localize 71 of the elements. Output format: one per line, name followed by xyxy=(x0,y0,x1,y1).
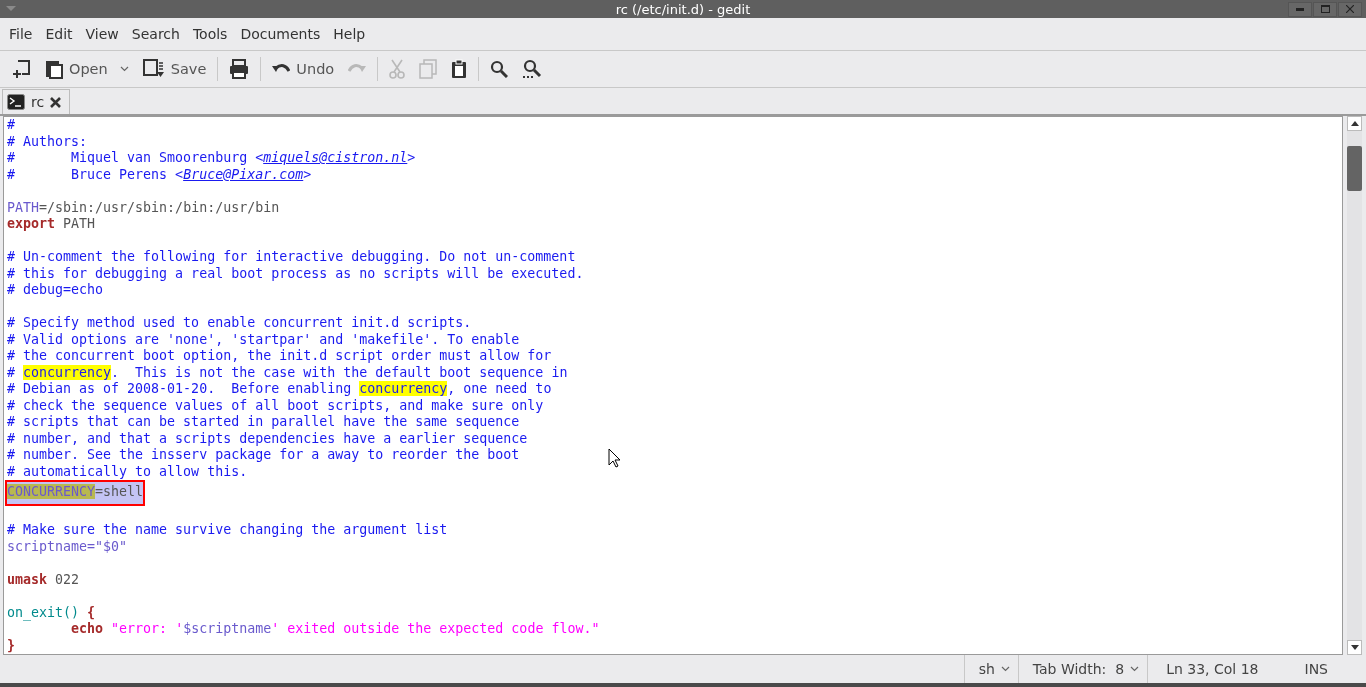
code-line: # scripts that can be started in parallel have the same sequence xyxy=(7,414,520,431)
document-tab[interactable]: rc xyxy=(2,89,71,114)
email-link[interactable]: miquels@cistron.nl xyxy=(263,150,408,165)
copy-icon xyxy=(419,59,438,79)
caret-icon xyxy=(1000,666,1010,672)
new-document-icon xyxy=(13,59,31,79)
code-line: # Make sure the name survive changing the argument list xyxy=(7,522,448,539)
documents-icon xyxy=(45,59,63,79)
search-icon xyxy=(490,60,509,78)
code-line: # Authors: xyxy=(7,133,88,150)
close-button[interactable] xyxy=(1338,1,1362,17)
menu-item[interactable]: Help xyxy=(326,26,372,42)
email-link[interactable]: Bruce@Pixar.com xyxy=(183,166,304,182)
caret-icon xyxy=(1130,666,1140,672)
code-line: scriptname="$0" xyxy=(7,538,128,555)
code-line: # check the sequence values of all boot scripts, and make sure only xyxy=(7,397,544,414)
code-line: # number. See the insserv package for a away to reorder the boot xyxy=(7,447,520,464)
code-line: echo "error: '$scriptname' exited outside the expected code flow." xyxy=(70,621,600,638)
code-line: # Bruce Perens <Bruce@Pixar.com> xyxy=(7,166,312,183)
code-line: # the concurrent boot option, the init.d script order must allow for xyxy=(7,348,552,365)
save-button[interactable]: Save xyxy=(135,54,214,84)
window-title: rc (/etc/init.d) - gedit xyxy=(615,1,751,17)
close-icon[interactable] xyxy=(50,96,62,108)
search-match: concurrency xyxy=(23,364,112,380)
code-line: export PATH xyxy=(7,216,96,233)
menu-item[interactable]: Search xyxy=(124,26,186,42)
save-document-icon xyxy=(142,59,165,79)
caret-icon xyxy=(119,66,129,72)
code-line: # Specify method used to enable concurrent init.d scripts. xyxy=(7,315,472,332)
code-line: umask 022 xyxy=(7,571,80,588)
code-line: # automatically to allow this. xyxy=(7,463,248,480)
minimize-icon xyxy=(1296,7,1304,11)
menu-item[interactable]: Documents xyxy=(233,26,327,42)
status-dropdown[interactable]: Tab Width: 8 xyxy=(1017,655,1149,683)
maximize-icon xyxy=(1320,5,1330,13)
code-line: on_exit() { xyxy=(7,604,96,621)
code-line: # number, and that a scripts dependencies have a earlier sequence xyxy=(7,430,528,447)
vertical-scrollbar[interactable] xyxy=(1347,116,1362,655)
code-line: } xyxy=(7,637,15,654)
code-line: PATH=/sbin:/usr/sbin:/bin:/usr/bin xyxy=(7,199,280,216)
code-line: # this for debugging a real boot process as no scripts will be executed. xyxy=(7,265,584,282)
maximize-button[interactable] xyxy=(1313,1,1337,17)
code-line: # Valid options are 'none', 'startpar' and 'makefile'. To enable xyxy=(7,331,520,348)
code-line: # debug=echo xyxy=(7,282,104,299)
status-dropdown[interactable]: sh xyxy=(963,655,1019,683)
status-text: INS xyxy=(1303,660,1329,679)
clipboard-icon xyxy=(451,59,468,79)
printer-icon xyxy=(229,59,250,79)
menu-item[interactable]: View xyxy=(78,26,125,42)
minimize-button[interactable] xyxy=(1288,1,1312,17)
scissors-icon xyxy=(389,59,406,79)
open-button[interactable]: Open xyxy=(38,54,136,84)
close-icon xyxy=(1346,5,1354,13)
code-line: # Un-comment the following for interactive debugging. Do not un-comment xyxy=(7,249,576,266)
code-line: # concurrency. This is not the case with the default boot sequence in xyxy=(7,364,568,381)
menu-item[interactable]: File xyxy=(2,26,39,42)
scroll-down-icon[interactable] xyxy=(1350,645,1359,650)
search-match: concurrency xyxy=(359,381,448,396)
code-line: # Debian as of 2008-01-20. Before enabling concurrency, one need to xyxy=(7,381,552,398)
menu-item[interactable]: Edit xyxy=(38,26,79,42)
scroll-up-icon[interactable] xyxy=(1350,121,1359,126)
undo-button[interactable]: Undo xyxy=(265,54,342,84)
code-line: # Miquel van Smoorenburg <miquels@cistron.nl> xyxy=(7,150,416,167)
mouse-pointer-icon xyxy=(608,448,621,468)
code-line: # xyxy=(7,117,15,134)
search-replace-icon xyxy=(522,59,543,79)
text-editor[interactable] xyxy=(3,116,1343,655)
status-text: Ln 33, Col 18 xyxy=(1165,660,1260,679)
menu-item[interactable]: Tools xyxy=(185,26,234,42)
terminal-icon xyxy=(7,94,25,110)
scrollbar-thumb[interactable] xyxy=(1347,146,1362,191)
